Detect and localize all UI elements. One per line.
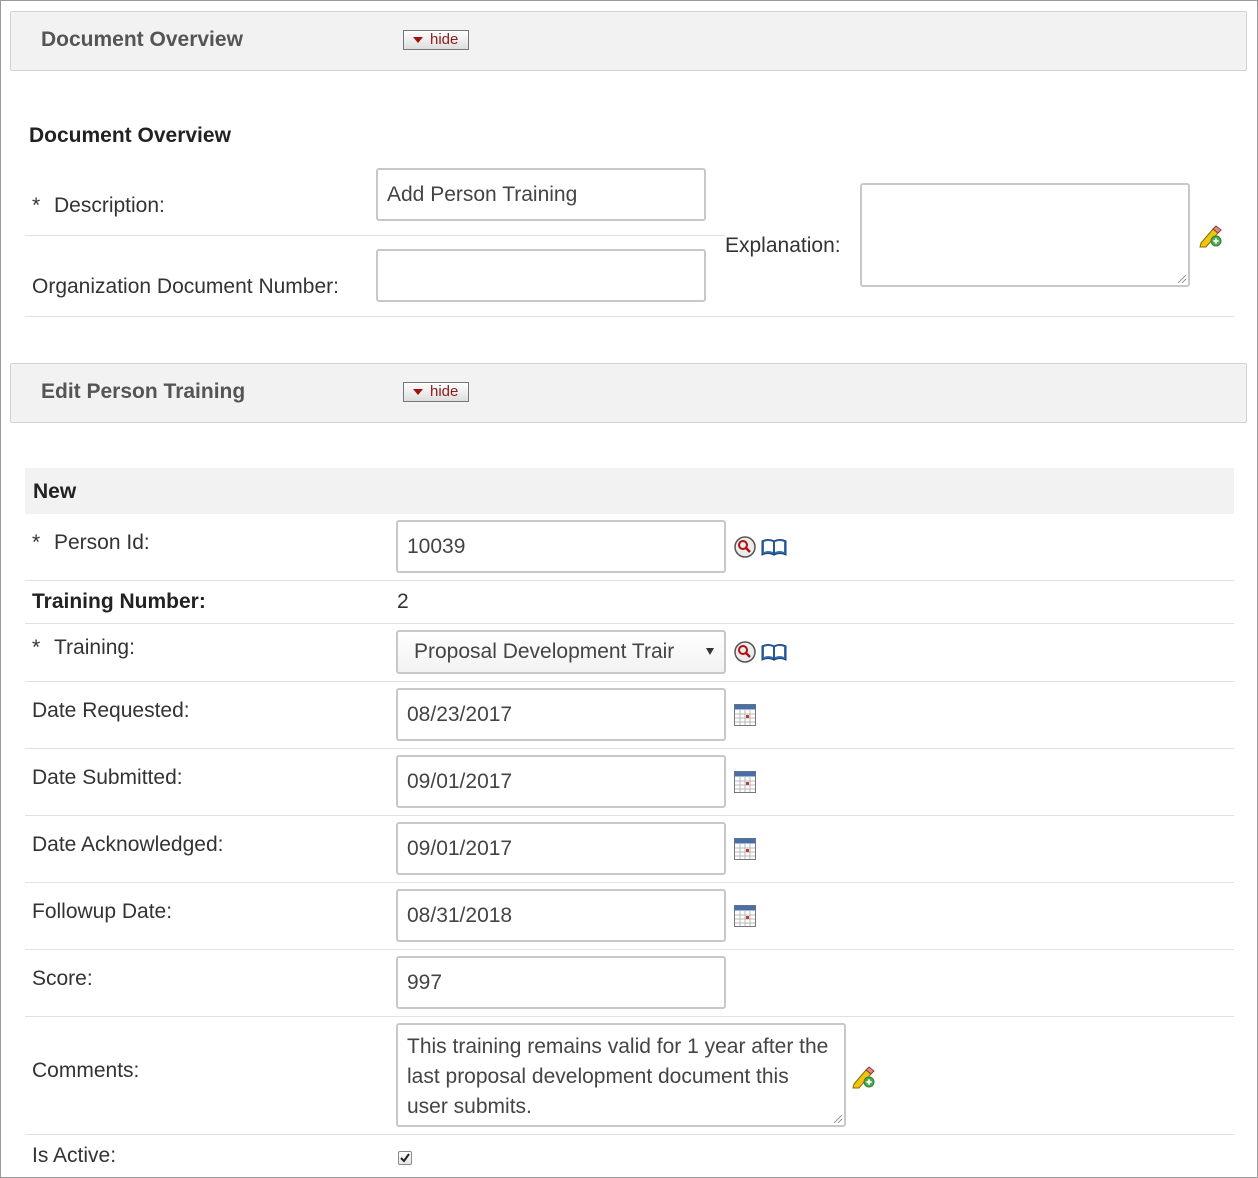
person-id-search-icon[interactable]: [734, 536, 756, 558]
org-doc-number-label: Organization Document Number:: [32, 275, 339, 298]
followup-date-calendar-icon[interactable]: [734, 905, 756, 927]
org-doc-number-input[interactable]: [376, 249, 706, 302]
followup-date-label: Followup Date:: [32, 900, 173, 923]
score-input[interactable]: 997: [396, 956, 726, 1009]
edit-person-training-hide-button[interactable]: hide: [403, 382, 469, 402]
new-subheader-label: New: [33, 480, 77, 503]
date-acknowledged-value: 09/01/2017: [407, 836, 513, 860]
date-submitted-calendar-icon[interactable]: [734, 771, 756, 793]
explanation-textarea[interactable]: [860, 183, 1190, 287]
score-value: 997: [407, 970, 443, 994]
pencil-expand-icon[interactable]: [1198, 224, 1224, 248]
is-active-checkbox[interactable]: [398, 1151, 412, 1165]
triangle-down-icon: [413, 389, 423, 395]
description-value: Add Person Training: [387, 182, 578, 206]
new-subheader: New: [25, 468, 1234, 514]
training-number-value: 2: [397, 590, 409, 613]
row-divider: [25, 1016, 1234, 1017]
maintenance-document-page: Document Overview hide Document Overview…: [0, 0, 1258, 1178]
followup-date-input[interactable]: 08/31/2018: [396, 889, 726, 942]
row-divider: [25, 949, 1234, 950]
followup-date-value: 08/31/2018: [407, 903, 513, 927]
resize-grip-icon[interactable]: [1178, 275, 1186, 283]
hide-button-label: hide: [430, 383, 459, 400]
row-divider: [25, 815, 1234, 816]
training-select[interactable]: Proposal Development Trair: [396, 630, 726, 674]
comments-textarea[interactable]: This training remains valid for 1 year a…: [396, 1023, 846, 1127]
comments-value: This training remains valid for 1 year a…: [407, 1035, 829, 1118]
document-overview-hide-button[interactable]: hide: [403, 30, 469, 50]
comments-pencil-expand-icon[interactable]: [851, 1065, 877, 1089]
hide-button-label: hide: [430, 31, 459, 48]
triangle-down-icon: [413, 37, 423, 43]
row-divider: [25, 235, 725, 236]
chevron-down-icon: [706, 648, 714, 655]
date-submitted-label: Date Submitted:: [32, 766, 183, 789]
training-selected-value: Proposal Development Trair: [414, 640, 675, 663]
person-id-label: Person Id:: [54, 531, 150, 554]
row-divider: [25, 316, 1234, 317]
row-divider: [25, 1134, 1234, 1135]
score-label: Score:: [32, 967, 93, 990]
date-submitted-value: 09/01/2017: [407, 769, 513, 793]
edit-person-training-tab-title: Edit Person Training: [41, 380, 246, 403]
training-direct-inquiry-icon[interactable]: [761, 643, 787, 661]
training-search-icon[interactable]: [734, 641, 756, 663]
date-acknowledged-input[interactable]: 09/01/2017: [396, 822, 726, 875]
document-overview-tab-title: Document Overview: [41, 28, 243, 51]
required-marker: *: [32, 636, 41, 659]
row-divider: [25, 681, 1234, 682]
training-number-label: Training Number:: [32, 590, 206, 613]
document-overview-tab-header: Document Overview hide: [10, 11, 1247, 71]
description-input[interactable]: Add Person Training: [376, 168, 706, 221]
comments-label: Comments:: [32, 1059, 140, 1082]
explanation-label: Explanation:: [725, 234, 841, 257]
row-divider: [25, 623, 1234, 624]
required-marker: *: [32, 531, 41, 554]
row-divider: [25, 580, 1234, 581]
checkmark-icon: [400, 1153, 410, 1163]
date-requested-value: 08/23/2017: [407, 702, 513, 726]
date-requested-label: Date Requested:: [32, 699, 190, 722]
person-id-direct-inquiry-icon[interactable]: [761, 538, 787, 556]
is-active-label: Is Active:: [32, 1144, 117, 1167]
date-submitted-input[interactable]: 09/01/2017: [396, 755, 726, 808]
required-marker: *: [32, 194, 41, 217]
date-acknowledged-calendar-icon[interactable]: [734, 838, 756, 860]
date-acknowledged-label: Date Acknowledged:: [32, 833, 224, 856]
resize-grip-icon[interactable]: [834, 1115, 842, 1123]
person-id-input[interactable]: 10039: [396, 520, 726, 573]
date-requested-calendar-icon[interactable]: [734, 704, 756, 726]
edit-person-training-tab-header: Edit Person Training hide: [10, 363, 1247, 423]
training-label: Training:: [54, 636, 135, 659]
row-divider: [25, 748, 1234, 749]
description-label: Description:: [54, 194, 165, 217]
document-overview-section-title: Document Overview: [29, 124, 231, 147]
row-divider: [25, 882, 1234, 883]
date-requested-input[interactable]: 08/23/2017: [396, 688, 726, 741]
person-id-value: 10039: [407, 534, 466, 558]
